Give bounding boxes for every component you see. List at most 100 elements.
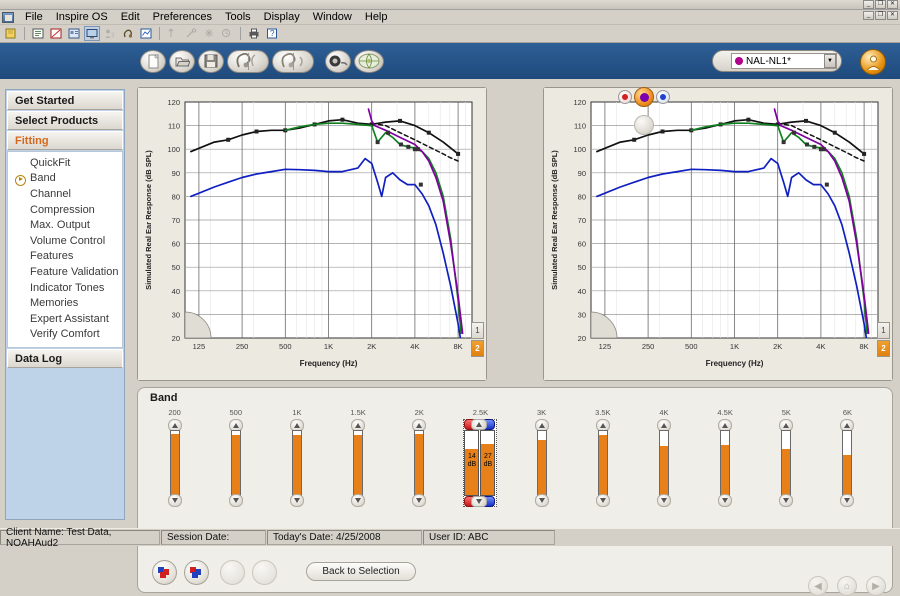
new-icon[interactable] <box>3 26 19 41</box>
nav-home-icon[interactable]: ⌂ <box>837 576 857 596</box>
band-slider-track[interactable] <box>169 430 180 496</box>
band-slider-track[interactable] <box>536 430 547 496</box>
inner-minimize-button[interactable]: _ <box>863 11 874 20</box>
band-slider-track[interactable] <box>230 430 241 496</box>
band-slider-body[interactable] <box>289 419 304 507</box>
band-slider-3k[interactable]: 3K <box>511 408 572 513</box>
sidebar-item-compression[interactable]: Compression <box>8 202 122 218</box>
menu-preferences[interactable]: Preferences <box>147 10 218 24</box>
undo-button[interactable] <box>152 560 177 585</box>
band-slider-body[interactable] <box>534 419 549 507</box>
sidebar-item-volume-control[interactable]: Volume Control <box>8 233 122 249</box>
audiogram-icon[interactable] <box>138 26 154 41</box>
left-ear-pair-icon[interactable] <box>227 49 269 73</box>
sidebar-section-fitting[interactable]: Fitting <box>7 131 123 150</box>
band-slider-decrease-button[interactable] <box>167 494 182 507</box>
sidebar-item-feature-validation[interactable]: Feature Validation <box>8 264 122 280</box>
sidebar-item-band[interactable]: Band <box>8 171 122 187</box>
chevron-down-icon[interactable]: ▼ <box>824 54 836 68</box>
right-chart-tab-2[interactable]: 2 <box>877 340 890 357</box>
band-slider-1k[interactable]: 1K <box>266 408 327 513</box>
band-slider-5k[interactable]: 5K <box>756 408 817 513</box>
sidebar-section-select-products[interactable]: Select Products <box>7 111 123 130</box>
left-chart-tab-2[interactable]: 2 <box>471 340 484 357</box>
redo-button[interactable] <box>184 560 209 585</box>
people-icon[interactable]: 3 <box>102 26 118 41</box>
pointer-icon[interactable] <box>165 26 181 41</box>
new-session-icon[interactable] <box>140 49 166 73</box>
open-session-icon[interactable] <box>169 49 195 73</box>
band-slider-track[interactable] <box>658 430 669 496</box>
sidebar-item-verify-comfort[interactable]: Verify Comfort <box>8 327 122 343</box>
menu-inspire-os[interactable]: Inspire OS <box>50 10 114 24</box>
band-slider-body[interactable] <box>167 419 182 507</box>
band-selected-decrease-button[interactable] <box>471 496 488 507</box>
sidebar-item-memories[interactable]: Memories <box>8 295 122 311</box>
band-slider-track[interactable] <box>414 430 425 496</box>
menu-window[interactable]: Window <box>307 10 358 24</box>
band-slider-track[interactable] <box>781 430 792 496</box>
band-slider-left-half[interactable]: 14 dB <box>464 430 480 496</box>
print-icon[interactable] <box>246 26 262 41</box>
sidebar-item-channel[interactable]: Channel <box>8 186 122 202</box>
band-slider-body[interactable] <box>595 419 610 507</box>
band-slider-3.5k[interactable]: 3.5K <box>572 408 633 513</box>
band-slider-decrease-button[interactable] <box>228 494 243 507</box>
left-ear-button[interactable] <box>618 90 632 104</box>
band-slider-track[interactable] <box>842 430 853 496</box>
band-slider-track[interactable] <box>291 430 302 496</box>
band-slider-200[interactable]: 200 <box>144 408 205 513</box>
band-slider-track[interactable] <box>353 430 364 496</box>
menu-display[interactable]: Display <box>258 10 306 24</box>
right-ear-button[interactable] <box>656 90 670 104</box>
band-slider-decrease-button[interactable] <box>718 494 733 507</box>
band-slider-body[interactable] <box>228 419 243 507</box>
globe-icon[interactable] <box>354 49 384 73</box>
band-slider-2k[interactable]: 2K <box>389 408 450 513</box>
inner-restore-button[interactable]: ❐ <box>875 11 886 20</box>
band-slider-6k[interactable]: 6K <box>817 408 878 513</box>
sparkle-icon[interactable] <box>201 26 217 41</box>
band-slider-1.5k[interactable]: 1.5K <box>328 408 389 513</box>
band-selected-increase-button[interactable] <box>471 419 488 430</box>
both-ears-button[interactable] <box>634 87 654 107</box>
band-slider-decrease-button[interactable] <box>779 494 794 507</box>
band-slider-track[interactable] <box>720 430 731 496</box>
band-slider-body[interactable] <box>718 419 733 507</box>
fitting-formula-selector[interactable]: NAL-NL1* ▼ <box>712 50 842 72</box>
minimize-button[interactable]: _ <box>863 0 874 9</box>
band-slider-body[interactable]: 14 dB 27 dB <box>463 419 498 507</box>
band-slider-body[interactable] <box>656 419 671 507</box>
band-slider-decrease-button[interactable] <box>289 494 304 507</box>
band-slider-body[interactable] <box>840 419 855 507</box>
nav-back-icon[interactable]: ◀ <box>808 576 828 596</box>
restore-button[interactable]: ❐ <box>875 0 886 9</box>
save-session-icon[interactable] <box>198 49 224 73</box>
sidebar-section-data-log[interactable]: Data Log <box>7 349 123 369</box>
nav-forward-icon[interactable]: ▶ <box>866 576 886 596</box>
fitting-formula-value-box[interactable]: NAL-NL1* ▼ <box>731 53 837 69</box>
clock-icon[interactable] <box>219 26 235 41</box>
band-slider-decrease-button[interactable] <box>412 494 427 507</box>
band-slider-right-half[interactable]: 27 dB <box>480 430 496 496</box>
close-button[interactable]: ✕ <box>887 0 898 9</box>
band-slider-decrease-button[interactable] <box>534 494 549 507</box>
menu-help[interactable]: Help <box>359 10 394 24</box>
back-to-selection-button[interactable]: Back to Selection <box>306 562 416 581</box>
band-slider-track[interactable] <box>597 430 608 496</box>
band-slider-500[interactable]: 500 <box>205 408 266 513</box>
sidebar-item-max-output[interactable]: Max. Output <box>8 217 122 233</box>
monitor-icon[interactable] <box>84 26 100 41</box>
inner-close-button[interactable]: ✕ <box>887 11 898 20</box>
sidebar-item-indicator-tones[interactable]: Indicator Tones <box>8 280 122 296</box>
sidebar-section-get-started[interactable]: Get Started <box>7 91 123 110</box>
band-slider-body[interactable] <box>412 419 427 507</box>
assistant-orb-icon[interactable] <box>860 49 886 75</box>
band-slider-decrease-button[interactable] <box>656 494 671 507</box>
right-ear-pair-icon[interactable] <box>272 49 314 73</box>
menu-tools[interactable]: Tools <box>219 10 257 24</box>
band-slider-body[interactable] <box>779 419 794 507</box>
left-chart-tab-1[interactable]: 1 <box>471 322 484 339</box>
right-ear-response-chart[interactable]: 20 30 40 50 60 70 80 90 100 110 120 125 250 500 1K 2K 4K… <box>544 88 892 380</box>
band-slider-decrease-button[interactable] <box>595 494 610 507</box>
